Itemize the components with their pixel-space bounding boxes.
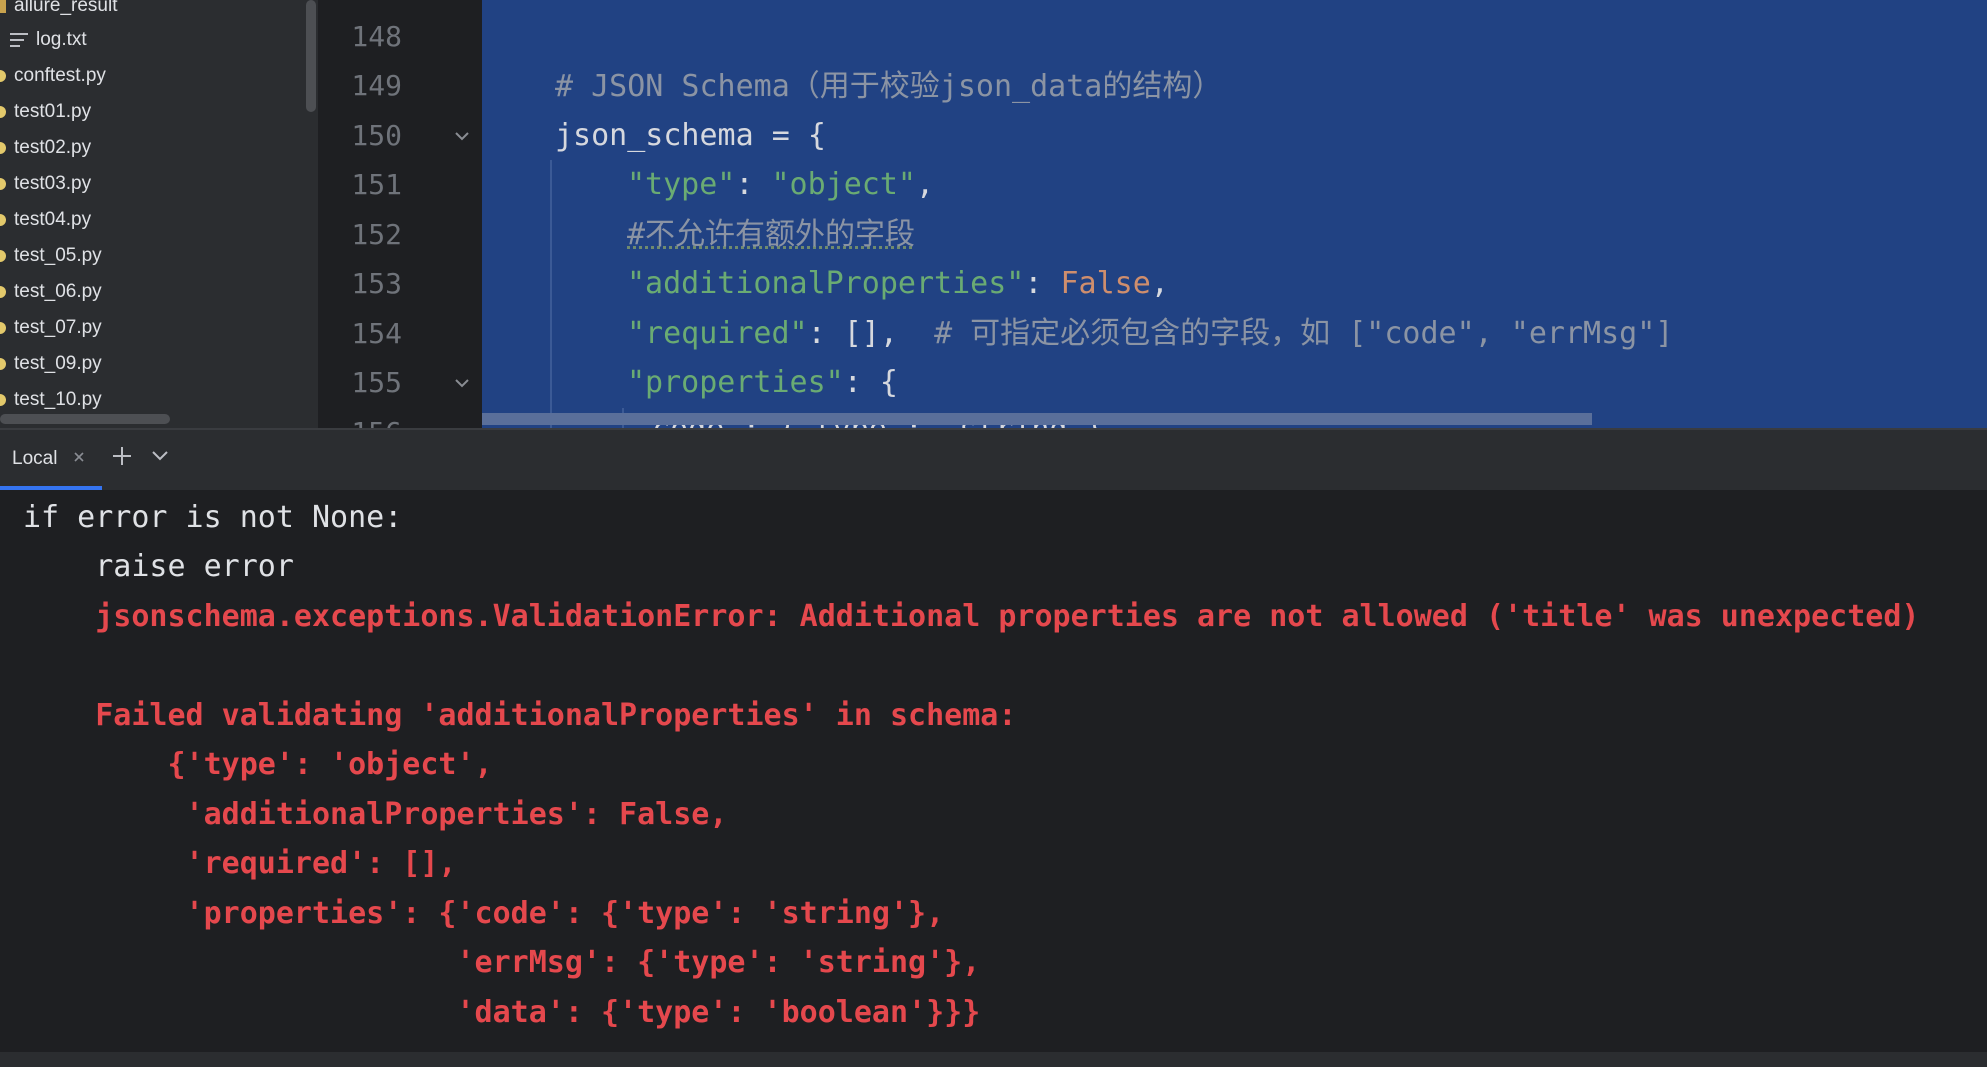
folder-icon bbox=[0, 0, 6, 13]
code-token: : { bbox=[843, 365, 898, 400]
terminal-error-line: {'type': 'object', bbox=[23, 747, 493, 782]
add-icon[interactable] bbox=[110, 444, 134, 468]
tree-vertical-scrollbar[interactable] bbox=[306, 0, 316, 112]
tree-item-label: log.txt bbox=[36, 29, 87, 50]
code-token: # 可指定必须包含的字段，如 ["code", "errMsg"] bbox=[934, 316, 1674, 351]
code-token: "required" bbox=[627, 316, 808, 351]
code-line-153: "additionalProperties": False, bbox=[627, 264, 1169, 304]
tree-item-label: test01.py bbox=[14, 101, 92, 122]
code-editor[interactable]: # JSON Schema（用于校验json_data的结构） json_sch… bbox=[482, 0, 1987, 428]
tree-item-label: test02.py bbox=[14, 137, 92, 158]
tree-item-label: conftest.py bbox=[14, 65, 106, 86]
code-token: , bbox=[1150, 266, 1169, 301]
code-token: "properties" bbox=[627, 365, 844, 400]
code-line-154: "required": [], # 可指定必须包含的字段，如 ["code", … bbox=[627, 314, 1673, 354]
python-file-icon bbox=[0, 249, 6, 262]
tree-item-conftest[interactable]: conftest.py bbox=[0, 58, 106, 94]
tab-local-label: Local bbox=[12, 448, 58, 469]
line-number: 152 bbox=[351, 218, 402, 251]
tree-item-test-09[interactable]: test_09.py bbox=[0, 346, 102, 382]
tree-item-log-txt[interactable]: log.txt bbox=[0, 22, 87, 58]
line-number: 148 bbox=[351, 20, 402, 53]
python-file-icon bbox=[0, 321, 6, 334]
tree-item-label: test03.py bbox=[14, 173, 92, 194]
terminal-line: if error is not None: bbox=[23, 500, 403, 535]
fold-chevron-icon[interactable] bbox=[454, 375, 470, 391]
tree-item-test02[interactable]: test02.py bbox=[0, 130, 91, 166]
tab-local[interactable]: Local bbox=[0, 430, 102, 490]
terminal-error-line: 'required': [], bbox=[23, 846, 457, 881]
code-line-155: "properties": { bbox=[627, 363, 898, 403]
code-token: , bbox=[916, 167, 935, 202]
code-line-152: #不允许有额外的字段 bbox=[627, 217, 916, 252]
text-file-icon bbox=[10, 32, 28, 48]
python-file-icon bbox=[0, 393, 6, 406]
project-tree: allure_result log.txt conftest.py test01… bbox=[0, 0, 318, 428]
terminal-error-line: Failed validating 'additionalProperties'… bbox=[23, 698, 1017, 733]
tree-item-allure-result[interactable]: allure_result bbox=[0, 0, 118, 24]
terminal-error-line: 'errMsg': {'type': 'string'}, bbox=[23, 945, 981, 980]
terminal-error-line: 'additionalProperties': False, bbox=[23, 797, 728, 832]
status-bar bbox=[0, 1052, 1987, 1067]
indent-guide bbox=[550, 160, 552, 428]
tree-item-test04[interactable]: test04.py bbox=[0, 202, 91, 238]
tree-item-label: test_07.py bbox=[14, 317, 102, 338]
terminal-error-line: 'properties': {'code': {'type': 'string'… bbox=[23, 896, 945, 931]
editor-area: allure_result log.txt conftest.py test01… bbox=[0, 0, 1987, 449]
terminal-error-line: jsonschema.exceptions.ValidationError: A… bbox=[23, 599, 1920, 634]
tree-item-test01[interactable]: test01.py bbox=[0, 94, 91, 130]
python-file-icon bbox=[0, 141, 6, 154]
line-number: 150 bbox=[351, 119, 402, 152]
terminal-tab-bar: Local bbox=[0, 430, 1987, 490]
python-file-icon bbox=[0, 357, 6, 370]
terminal-line: raise error bbox=[23, 549, 294, 584]
code-token: "object" bbox=[771, 167, 917, 202]
tree-item-label: test04.py bbox=[14, 209, 92, 230]
code-token: : bbox=[1024, 266, 1061, 301]
tree-item-label: allure_result bbox=[14, 0, 118, 16]
code-token: "additionalProperties" bbox=[627, 266, 1025, 301]
tree-item-label: test_10.py bbox=[14, 389, 102, 410]
python-file-icon bbox=[0, 105, 6, 118]
tree-item-label: test_06.py bbox=[14, 281, 102, 302]
python-file-icon bbox=[0, 177, 6, 190]
line-number: 151 bbox=[351, 168, 402, 201]
python-file-icon bbox=[0, 213, 6, 226]
tree-item-label: test_09.py bbox=[14, 353, 102, 374]
tree-item-label: test_05.py bbox=[14, 245, 102, 266]
tree-item-test-06[interactable]: test_06.py bbox=[0, 274, 102, 310]
code-line-151: "type": "object", bbox=[627, 165, 934, 205]
close-icon[interactable] bbox=[72, 450, 86, 464]
code-token: "type" bbox=[627, 167, 736, 202]
code-token: : [], bbox=[807, 316, 935, 351]
editor-horizontal-scrollbar[interactable] bbox=[482, 413, 1592, 425]
tree-horizontal-scrollbar[interactable] bbox=[0, 414, 170, 424]
line-number: 153 bbox=[351, 267, 402, 300]
python-file-icon bbox=[0, 69, 6, 82]
code-line-150: json_schema = { bbox=[555, 118, 826, 153]
line-number-gutter: 148 149 150 151 152 153 154 155 156 bbox=[318, 0, 482, 449]
line-number: 149 bbox=[351, 69, 402, 102]
code-token: : bbox=[735, 167, 772, 202]
code-line-149: # JSON Schema（用于校验json_data的结构） bbox=[555, 69, 1223, 104]
python-file-icon bbox=[0, 285, 6, 298]
line-number: 154 bbox=[351, 317, 402, 350]
terminal-output[interactable]: if error is not None: raise error jsonsc… bbox=[0, 490, 1987, 1052]
chevron-down-icon[interactable] bbox=[150, 448, 170, 464]
tree-item-test03[interactable]: test03.py bbox=[0, 166, 91, 202]
code-token: False bbox=[1060, 266, 1151, 301]
tree-item-test-10[interactable]: test_10.py bbox=[0, 382, 102, 418]
tree-item-test-07[interactable]: test_07.py bbox=[0, 310, 102, 346]
tree-item-test-05[interactable]: test_05.py bbox=[0, 238, 102, 274]
line-number: 155 bbox=[351, 366, 402, 399]
terminal-error-line: 'data': {'type': 'boolean'}}} bbox=[23, 995, 981, 1030]
fold-chevron-icon[interactable] bbox=[454, 128, 470, 144]
